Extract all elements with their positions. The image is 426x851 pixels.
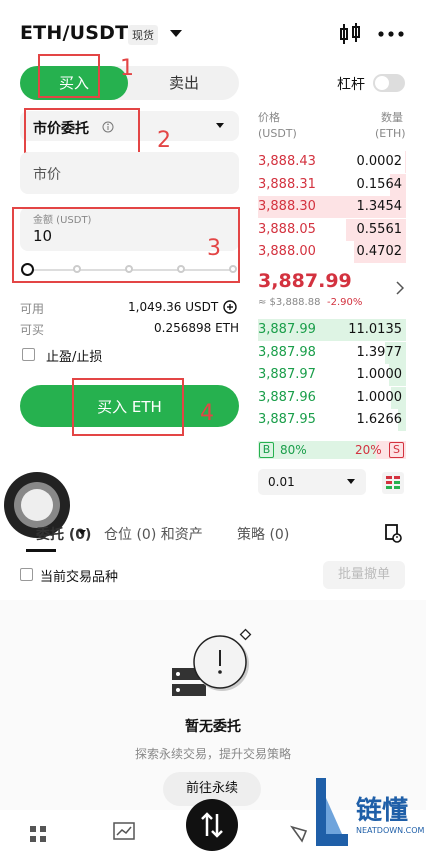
sell-ratio-badge: S — [389, 442, 404, 458]
markets-icon[interactable] — [28, 824, 48, 844]
discover-icon[interactable] — [290, 825, 308, 843]
batch-cancel-button[interactable]: 批量撤单 — [323, 561, 405, 589]
watermark-url: NEATDOWN.COM — [356, 826, 425, 835]
sell-ratio-pct: 20% — [355, 443, 382, 457]
current-pair-checkbox[interactable] — [20, 568, 33, 581]
precision-dropdown-icon[interactable] — [347, 479, 355, 484]
tp-sl-label: 止盈/止损 — [46, 350, 103, 365]
ask-row[interactable]: 3,888.43 0.0002 — [258, 151, 406, 173]
add-funds-icon[interactable] — [223, 300, 237, 314]
ask-qty: 1.3454 — [356, 199, 403, 214]
active-tab-indicator — [26, 549, 56, 552]
bid-row[interactable]: 3,887.95 1.6266 — [258, 409, 406, 431]
ask-qty: 0.1564 — [356, 177, 403, 192]
orders-dropdown-icon[interactable] — [78, 530, 86, 535]
reference-price: ≈ $3,888.88 — [258, 297, 321, 308]
bid-row[interactable]: 3,887.97 1.0000 — [258, 364, 406, 386]
qty-unit: (ETH) — [375, 127, 406, 140]
ask-price: 3,888.43 — [258, 154, 316, 169]
order-type-dropdown-icon[interactable] — [216, 123, 224, 128]
can-buy-value: 0.256898 ETH — [154, 321, 240, 335]
orderbook-layout-icon[interactable] — [381, 471, 405, 495]
chart-candles-icon[interactable] — [338, 22, 362, 48]
buy-ratio-badge: B — [259, 442, 274, 458]
bid-price: 3,887.96 — [258, 390, 316, 405]
annotation-4: 4 — [200, 401, 214, 426]
pair-dropdown-icon[interactable] — [170, 30, 182, 37]
leverage-label: 杠杆 — [337, 77, 365, 93]
order-history-icon[interactable] — [384, 523, 402, 543]
price-change: -2.90% — [327, 297, 363, 308]
chart-icon[interactable] — [113, 822, 135, 842]
available-value: 1,049.36 USDT — [128, 300, 219, 314]
ask-price: 3,888.00 — [258, 244, 316, 259]
empty-title: 暂无委托 — [185, 719, 241, 735]
price-unit: (USDT) — [258, 127, 297, 140]
chevron-right-icon[interactable] — [396, 281, 404, 295]
annotation-box-1 — [38, 54, 100, 98]
annotation-2: 2 — [157, 128, 171, 153]
can-buy-label: 可买 — [20, 323, 45, 337]
bid-price: 3,887.97 — [258, 367, 316, 382]
annotation-1: 1 — [120, 56, 134, 81]
empty-subtitle: 探索永续交易，提升交易策略 — [134, 747, 291, 761]
spot-badge: 现货 — [128, 25, 158, 45]
assist-core — [21, 489, 53, 521]
ask-row[interactable]: 3,888.05 0.5561 — [258, 219, 406, 241]
ask-row[interactable]: 3,888.00 0.4702 — [258, 241, 406, 263]
bid-row[interactable]: 3,887.98 1.3977 — [258, 342, 406, 364]
current-pair-label: 当前交易品种 — [40, 570, 119, 585]
annotation-box-2 — [24, 108, 140, 154]
ask-qty: 0.0002 — [356, 154, 403, 169]
bid-price: 3,887.99 — [258, 322, 316, 337]
swap-arrows-icon — [201, 812, 223, 838]
price-field-label: 市价 — [33, 167, 61, 183]
buy-ratio-pct: 80% — [280, 443, 307, 457]
ask-qty: 0.4702 — [356, 244, 403, 259]
available-label: 可用 — [20, 302, 45, 316]
ask-price: 3,888.05 — [258, 222, 316, 237]
precision-value: 0.01 — [268, 475, 295, 489]
slider-step-100[interactable] — [229, 265, 237, 273]
tab-sell[interactable]: 卖出 — [130, 66, 238, 100]
bid-qty: 1.3977 — [356, 345, 403, 360]
ask-qty: 0.5561 — [356, 222, 403, 237]
last-price: 3,887.99 — [258, 270, 352, 292]
leverage-toggle[interactable] — [373, 74, 405, 92]
bid-row[interactable]: 3,887.99 11.0135 — [258, 319, 406, 341]
qty-header: 数量 — [381, 111, 403, 124]
tab-positions[interactable]: 仓位 (0) 和资产 — [104, 524, 203, 544]
annotation-box-4 — [72, 378, 184, 436]
more-icon[interactable] — [378, 30, 404, 38]
bid-qty: 1.0000 — [356, 367, 403, 382]
amount-slider-handle[interactable] — [21, 263, 34, 276]
slider-step-75[interactable] — [177, 265, 185, 273]
watermark-logo — [316, 778, 348, 846]
trading-pair-title[interactable]: ETH/USDT — [20, 22, 128, 44]
bid-qty: 1.6266 — [356, 412, 403, 427]
ask-price: 3,888.31 — [258, 177, 316, 192]
tab-strategies[interactable]: 策略 (0) — [237, 524, 289, 544]
ask-row[interactable]: 3,888.31 0.1564 — [258, 174, 406, 196]
watermark-brand: 链懂 — [356, 796, 409, 826]
bid-price: 3,887.98 — [258, 345, 316, 360]
empty-orders-illustration-icon — [172, 628, 252, 696]
slider-step-50[interactable] — [125, 265, 133, 273]
bid-qty: 1.0000 — [356, 390, 403, 405]
bid-qty: 11.0135 — [348, 322, 402, 337]
tp-sl-checkbox[interactable] — [22, 348, 35, 361]
ask-price: 3,888.30 — [258, 199, 316, 214]
slider-step-25[interactable] — [73, 265, 81, 273]
price-header: 价格 — [258, 111, 280, 124]
ask-row[interactable]: 3,888.30 1.3454 — [258, 196, 406, 218]
annotation-3: 3 — [207, 236, 221, 261]
bid-price: 3,887.95 — [258, 412, 316, 427]
bid-row[interactable]: 3,887.96 1.0000 — [258, 387, 406, 409]
